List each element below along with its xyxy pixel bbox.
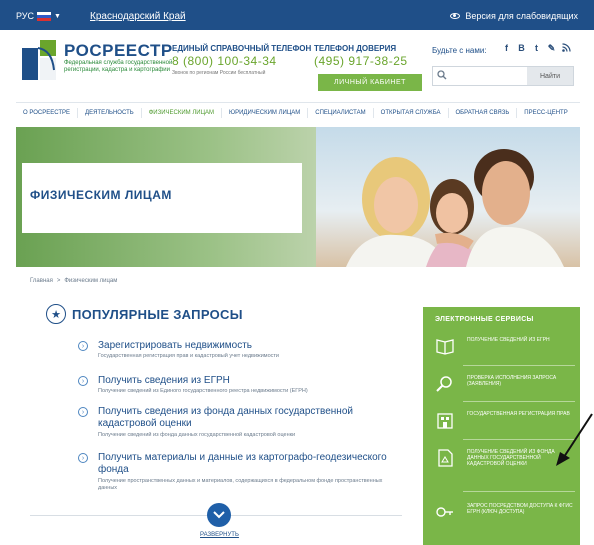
breadcrumb-current: Физическим лицам xyxy=(64,278,118,284)
request-description: Получение пространственных данных и мате… xyxy=(98,478,383,491)
hotline-note: Звонок по регионам России бесплатный xyxy=(172,70,266,76)
trust-line-number: (495) 917-38-25 xyxy=(314,54,408,68)
vk-icon[interactable]: В xyxy=(517,43,526,54)
document-icon xyxy=(438,449,453,467)
eye-icon xyxy=(450,13,461,19)
nav-item-legal-entities[interactable]: ЮРИДИЧЕСКИМ ЛИЦАМ xyxy=(222,107,309,118)
chevron-down-icon: ▼ xyxy=(54,12,61,20)
request-description: Получение сведений из Единого государств… xyxy=(98,388,308,394)
request-title[interactable]: Получить сведения из ЕГРН xyxy=(98,375,398,387)
twitter-icon[interactable]: t xyxy=(532,43,541,54)
hotline-label: ЕДИНЫЙ СПРАВОЧНЫЙ ТЕЛЕФОН xyxy=(172,44,312,53)
personal-account-button[interactable]: ЛИЧНЫЙ КАБИНЕТ xyxy=(318,74,422,91)
trust-line-label: ТЕЛЕФОН ДОВЕРИЯ xyxy=(314,44,397,53)
logo-name[interactable]: РОСРЕЕСТР xyxy=(64,41,173,61)
request-title[interactable]: Получить сведения из фонда данных госуда… xyxy=(98,406,398,430)
breadcrumb-separator: > xyxy=(56,278,61,284)
e-service-item[interactable]: Запрос посредством доступа к ФГИС ЕГРН (… xyxy=(435,499,575,535)
facebook-icon[interactable]: f xyxy=(502,43,511,54)
vision-link-label: Версия для слабовидящих xyxy=(465,11,578,21)
top-bar: РУС ▼ Краснодарский Край Версия для слаб… xyxy=(0,0,594,30)
request-item[interactable]: › Получить сведения из фонда данных госу… xyxy=(78,406,398,442)
building-icon xyxy=(437,413,453,429)
search-bar: Найти xyxy=(432,66,574,86)
e-service-item[interactable]: Получение сведений из ЕГРН xyxy=(435,333,575,369)
hero-title: ФИЗИЧЕСКИМ ЛИЦАМ xyxy=(30,188,172,202)
request-title[interactable]: Получить материалы и данные из картограф… xyxy=(98,452,398,476)
request-description: Государственная регистрация прав и кадас… xyxy=(98,353,279,359)
search-input[interactable] xyxy=(451,67,525,85)
nav-item-press-center[interactable]: ПРЕСС-ЦЕНТР xyxy=(517,108,574,118)
chevron-down-icon xyxy=(213,511,225,519)
language-label: РУС xyxy=(16,11,35,21)
e-service-label[interactable]: Запрос посредством доступа к ФГИС ЕГРН (… xyxy=(467,503,573,515)
chevron-right-icon: › xyxy=(78,407,88,417)
expand-label[interactable]: РАЗВЕРНУТЬ xyxy=(200,532,239,538)
search-button[interactable]: Найти xyxy=(527,67,573,85)
rss-icon[interactable] xyxy=(562,43,571,54)
hotline-number: 8 (800) 100-34-34 xyxy=(172,54,277,68)
pointer-arrow-icon xyxy=(556,413,593,466)
search-icon xyxy=(433,69,451,83)
expand-button[interactable] xyxy=(207,503,231,527)
logo-subtitle: Федеральная служба государственной регис… xyxy=(64,60,173,73)
book-icon xyxy=(436,339,454,355)
page: РУС ▼ Краснодарский Край Версия для слаб… xyxy=(0,0,594,545)
nav-item-open-service[interactable]: ОТКРЫТАЯ СЛУЖБА xyxy=(374,107,449,118)
request-description: Получение сведений из фонда данных госуд… xyxy=(98,432,296,438)
nav-item-feedback[interactable]: ОБРАТНАЯ СВЯЗЬ xyxy=(449,107,518,118)
breadcrumb: Главная > Физическим лицам xyxy=(30,278,117,284)
blog-icon[interactable]: ✎ xyxy=(547,43,556,54)
nav-item-about[interactable]: О РОСРЕЕСТРЕ xyxy=(16,107,79,118)
divider xyxy=(463,491,575,492)
chevron-right-icon: › xyxy=(78,453,88,463)
breadcrumb-home[interactable]: Главная xyxy=(30,278,53,284)
key-icon xyxy=(436,507,453,517)
region-selector[interactable]: Краснодарский Край xyxy=(90,11,186,22)
e-service-label[interactable]: Получение сведений из ЕГРН xyxy=(467,337,573,343)
social-label: Будьте с нами: xyxy=(432,46,487,55)
main-nav: О РОСРЕЕСТРЕ ДЕЯТЕЛЬНОСТЬ ФИЗИЧЕСКИМ ЛИЦ… xyxy=(16,102,580,122)
divider xyxy=(463,365,575,366)
e-service-label[interactable]: Проверка исполнения запроса (заявления) xyxy=(467,375,573,387)
nav-item-individuals[interactable]: ФИЗИЧЕСКИМ ЛИЦАМ xyxy=(142,107,223,118)
divider xyxy=(463,401,575,402)
request-item[interactable]: › Зарегистрировать недвижимость Государс… xyxy=(78,340,398,366)
popular-title: ПОПУЛЯРНЫЕ ЗАПРОСЫ xyxy=(72,307,243,322)
magnifier-icon xyxy=(436,376,452,392)
language-selector[interactable]: РУС ▼ xyxy=(16,11,61,21)
request-item[interactable]: › Получить материалы и данные из картогр… xyxy=(78,452,398,496)
chevron-right-icon: › xyxy=(78,341,88,351)
request-title[interactable]: Зарегистрировать недвижимость xyxy=(98,340,398,352)
rosreestr-logo-icon[interactable] xyxy=(22,40,56,80)
vision-impaired-link[interactable]: Версия для слабовидящих xyxy=(450,11,578,21)
nav-item-specialists[interactable]: СПЕЦИАЛИСТАМ xyxy=(308,107,374,118)
social-links: f В t ✎ xyxy=(502,43,571,54)
nav-item-activity[interactable]: ДЕЯТЕЛЬНОСТЬ xyxy=(78,107,142,118)
star-icon: ★ xyxy=(46,304,66,324)
request-item[interactable]: › Получить сведения из ЕГРН Получение св… xyxy=(78,375,398,401)
russia-flag-icon xyxy=(37,11,52,21)
e-services-title: ЭЛЕКТРОННЫЕ СЕРВИСЫ xyxy=(435,316,534,323)
chevron-right-icon: › xyxy=(78,376,88,386)
